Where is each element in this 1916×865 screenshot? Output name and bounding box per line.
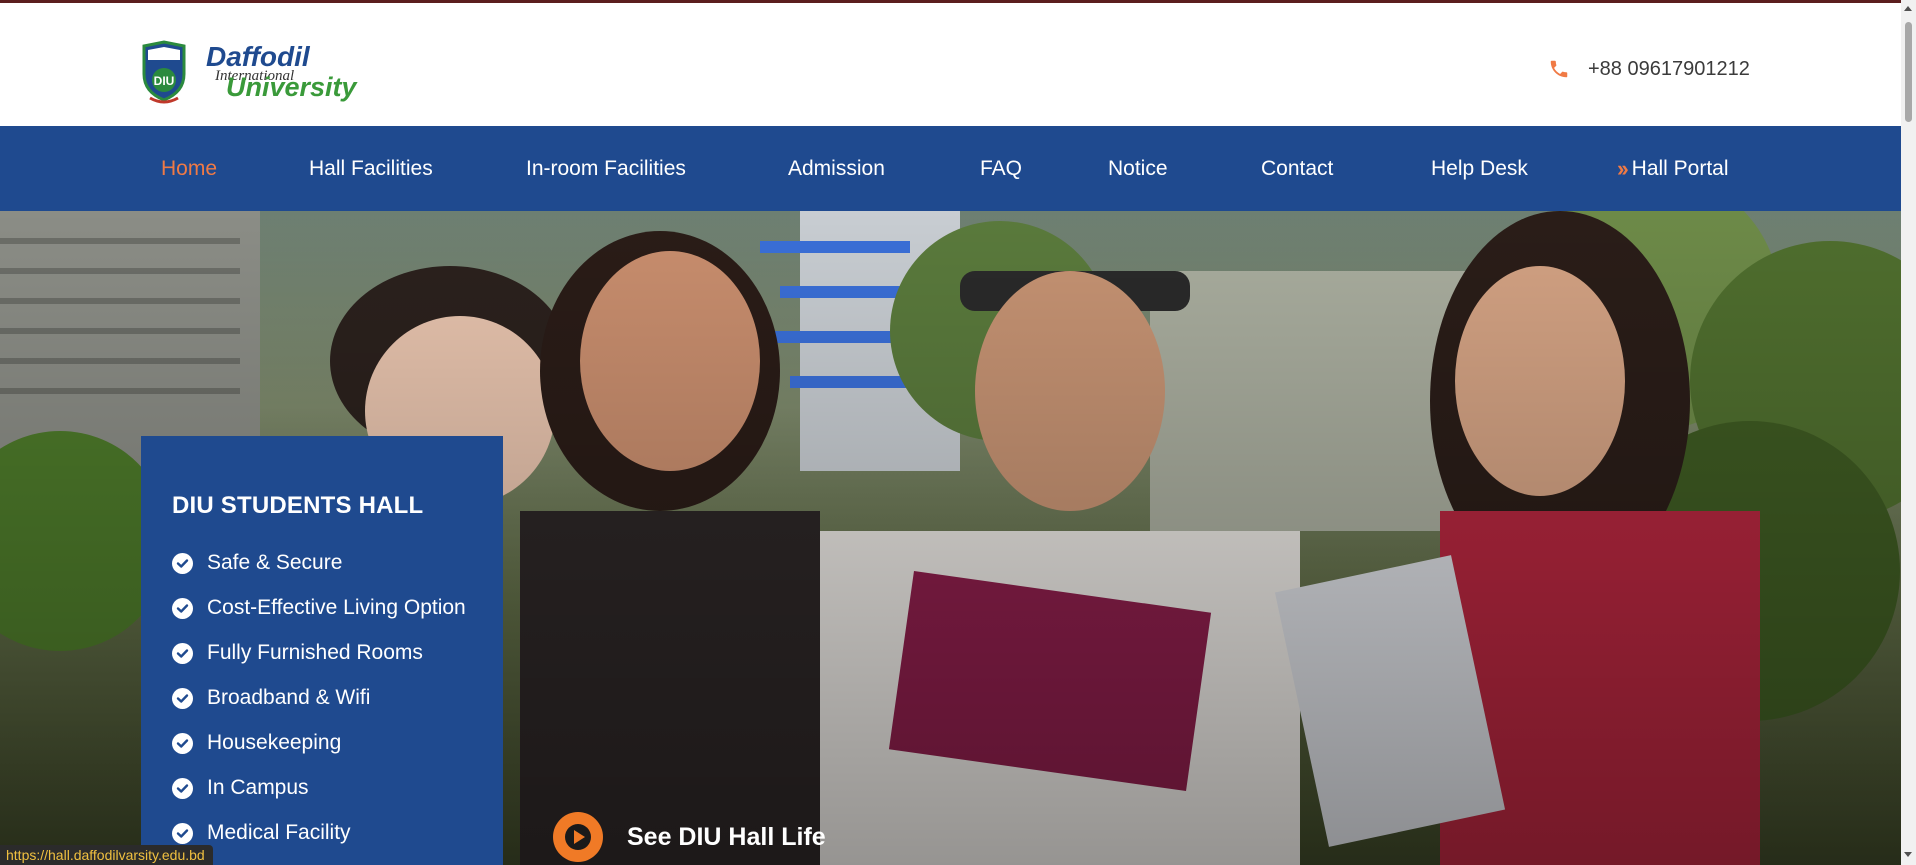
feature-item: Broadband & Wifi <box>172 686 370 710</box>
check-circle-icon <box>172 732 193 754</box>
feature-label: Broadband & Wifi <box>207 686 371 709</box>
nav-hall-facilities[interactable]: Hall Facilities <box>309 126 433 211</box>
diu-crest-icon: DIU <box>142 40 186 104</box>
feature-label: Safe & Secure <box>207 551 343 574</box>
nav-help-desk[interactable]: Help Desk <box>1431 126 1528 211</box>
nav-hall-portal[interactable]: ›› Hall Portal <box>1617 126 1729 211</box>
check-circle-icon <box>172 822 193 844</box>
check-circle-icon <box>172 552 193 574</box>
feature-label: Medical Facility <box>207 821 351 844</box>
feature-label: Fully Furnished Rooms <box>207 641 423 664</box>
feature-item: Cost-Effective Living Option <box>172 596 466 620</box>
panel-title: DIU STUDENTS HALL <box>172 492 424 519</box>
feature-item: Medical Facility <box>172 821 351 845</box>
feature-item: In Campus <box>172 776 309 800</box>
feature-label: In Campus <box>207 776 309 799</box>
nav-in-room-facilities[interactable]: In-room Facilities <box>526 126 686 211</box>
check-circle-icon <box>172 777 193 799</box>
nav-faq[interactable]: FAQ <box>980 126 1022 211</box>
svg-text:DIU: DIU <box>154 74 175 88</box>
diu-logo[interactable]: DIU Daffodil International University <box>140 40 370 106</box>
feature-label: Housekeeping <box>207 731 342 754</box>
page-scrollbar[interactable] <box>1901 0 1916 865</box>
see-hall-life-cta[interactable]: See DIU Hall Life <box>553 812 826 862</box>
scroll-up-icon[interactable] <box>1904 6 1912 11</box>
status-bar-url: https://hall.daffodilvarsity.edu.bd <box>0 845 213 865</box>
scrollbar-thumb[interactable] <box>1905 22 1912 122</box>
hall-features-panel: DIU STUDENTS HALL Safe & Secure Cost-Eff… <box>141 436 503 865</box>
check-circle-icon <box>172 597 193 619</box>
nav-home[interactable]: Home <box>161 126 217 211</box>
check-circle-icon <box>172 642 193 664</box>
nav-contact[interactable]: Contact <box>1261 126 1333 211</box>
scroll-down-icon[interactable] <box>1904 852 1912 857</box>
feature-label: Cost-Effective Living Option <box>207 596 466 619</box>
site-header: DIU Daffodil International University +8… <box>0 3 1901 126</box>
phone-icon <box>1550 60 1568 78</box>
phone-number: +88 09617901212 <box>1588 57 1750 80</box>
feature-item: Fully Furnished Rooms <box>172 641 423 665</box>
double-chevron-right-icon: ›› <box>1617 155 1629 181</box>
nav-admission[interactable]: Admission <box>788 126 885 211</box>
logo-university: University <box>226 72 359 102</box>
phone-contact[interactable]: +88 09617901212 <box>1548 54 1750 84</box>
check-circle-icon <box>172 687 193 709</box>
feature-item: Housekeeping <box>172 731 341 755</box>
cta-label: See DIU Hall Life <box>627 822 826 851</box>
nav-notice[interactable]: Notice <box>1108 126 1168 211</box>
feature-item: Safe & Secure <box>172 551 342 575</box>
play-button[interactable] <box>553 812 603 862</box>
play-icon <box>565 824 591 850</box>
nav-hall-portal-label: Hall Portal <box>1631 156 1729 180</box>
main-nav: Home Hall Facilities In-room Facilities … <box>0 126 1901 211</box>
